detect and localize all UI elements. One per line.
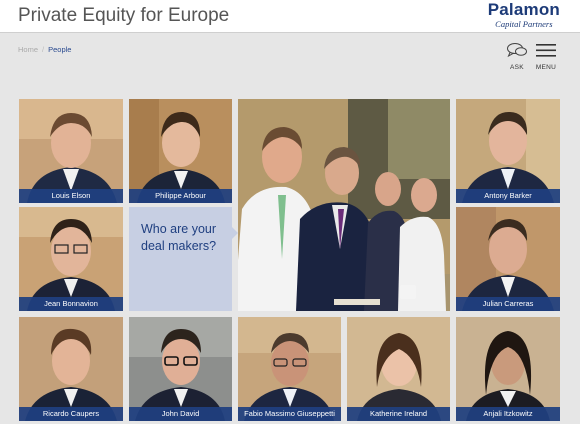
logo-tagline: Capital Partners <box>495 19 553 29</box>
person-card[interactable]: Ricardo Caupers <box>19 317 123 421</box>
person-name: Philippe Arbour <box>129 189 232 203</box>
person-name: Anjali Itzkowitz <box>456 407 560 421</box>
top-bar: Private Equity for Europe Palamon Capita… <box>0 0 580 33</box>
person-card[interactable]: Antony Barker <box>456 99 560 203</box>
portrait-photo <box>19 207 123 311</box>
portrait-photo <box>347 317 450 421</box>
portrait-photo <box>456 317 560 421</box>
person-name: Jean Bonnavion <box>19 297 123 311</box>
logo-wordmark: Palamon <box>487 0 560 19</box>
portrait-photo <box>456 99 560 203</box>
person-name: Fabio Massimo Giuseppetti <box>238 407 341 421</box>
person-card[interactable]: Philippe Arbour <box>129 99 232 203</box>
breadcrumb: Home / People <box>18 45 71 54</box>
hamburger-menu-icon <box>536 44 556 57</box>
person-name: Louis Elson <box>19 189 123 203</box>
team-meeting-photo-image <box>238 99 450 311</box>
portrait-photo <box>129 99 232 203</box>
breadcrumb-current: People <box>48 45 72 54</box>
portrait-photo <box>19 317 123 421</box>
breadcrumb-separator: / <box>42 45 45 54</box>
person-card[interactable]: John David <box>129 317 232 421</box>
deal-makers-callout: Who are your deal makers? <box>129 207 238 311</box>
ask-label: ASK <box>510 64 524 71</box>
callout-line-2: deal makers? <box>141 239 217 253</box>
person-card[interactable]: Louis Elson <box>19 99 123 203</box>
person-card[interactable]: Katherine Ireland <box>347 317 450 421</box>
menu-label: MENU <box>535 64 557 71</box>
person-card[interactable]: Jean Bonnavion <box>19 207 123 311</box>
callout-text: Who are your deal makers? <box>141 221 231 255</box>
person-name: Ricardo Caupers <box>19 407 123 421</box>
person-name: Julian Carreras <box>456 297 560 311</box>
menu-button[interactable]: MENU <box>531 42 561 71</box>
chat-bubbles-icon <box>507 43 527 58</box>
portrait-photo <box>129 317 232 421</box>
portrait-photo <box>19 99 123 203</box>
palamon-logo[interactable]: Palamon Capital Partners <box>487 0 560 30</box>
site-title: Private Equity for Europe <box>18 5 230 26</box>
portrait-photo <box>238 317 341 421</box>
person-card[interactable]: Anjali Itzkowitz <box>456 317 560 421</box>
breadcrumb-home-link[interactable]: Home <box>18 45 38 54</box>
person-name: Katherine Ireland <box>347 407 450 421</box>
callout-line-1: Who are your <box>141 222 217 236</box>
person-name: John David <box>129 407 232 421</box>
callout-pointer <box>232 227 238 239</box>
person-card[interactable]: Fabio Massimo Giuseppetti <box>238 317 341 421</box>
person-name: Antony Barker <box>456 189 560 203</box>
portrait-photo <box>456 207 560 311</box>
person-card[interactable]: Julian Carreras <box>456 207 560 311</box>
team-meeting-photo <box>238 99 450 311</box>
ask-button[interactable]: ASK <box>502 42 532 71</box>
